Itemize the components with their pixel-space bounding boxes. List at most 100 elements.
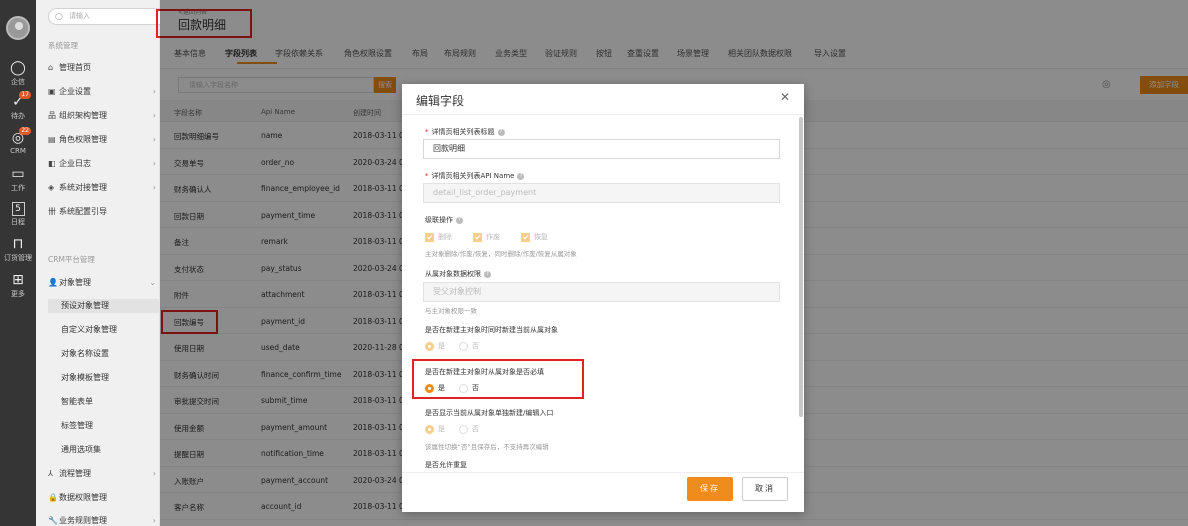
checkbox-label: 恢复	[534, 233, 548, 241]
detail-permission-label: 从属对象数据权限?	[425, 269, 491, 279]
radio-selected-icon	[425, 341, 434, 351]
checkbox-label: 删除	[438, 233, 452, 241]
rail-item-todo[interactable]: ✓ 17 待办	[0, 91, 36, 121]
more-grid-icon: ⊞	[12, 272, 24, 288]
process-icon: ⅄	[48, 469, 53, 478]
related-list-title-input[interactable]: 回款明细	[423, 139, 780, 159]
sidebar-item-label: 角色权限管理	[59, 135, 107, 144]
rail-label: 订货管理	[4, 254, 32, 262]
sidebar-item-guide[interactable]: 卌系统配置引导	[48, 205, 156, 219]
chevron-right-icon: ›	[152, 111, 156, 120]
sidebar-sub-smartform[interactable]: 智能表单	[61, 395, 93, 409]
chevron-right-icon: ›	[152, 159, 156, 168]
user-icon: 👤	[48, 278, 58, 287]
checkbox-checked-icon	[521, 232, 530, 242]
rail-label: CRM	[10, 147, 26, 155]
sidebar-item-object-mgmt[interactable]: 👤对象管理 ⌄	[48, 276, 156, 290]
rail-item-chat[interactable]: ◯ 企信	[0, 60, 36, 87]
sidebar-group-crm: CRM平台管理	[48, 255, 95, 264]
chevron-right-icon: ›	[152, 469, 156, 478]
company-icon: ▣	[48, 87, 56, 96]
required-asterisk: *	[425, 172, 429, 180]
chevron-down-icon: ⌄	[149, 278, 156, 287]
checkbox-label: 作废	[486, 233, 500, 241]
help-icon[interactable]: ?	[497, 128, 505, 136]
chat-bubble-icon: ◯	[10, 60, 26, 76]
related-list-api-input: detail_list_order_payment	[423, 183, 780, 203]
sidebar-sub-preset[interactable]: 预设对象管理	[48, 299, 160, 313]
wrench-icon: 🔧	[48, 516, 58, 525]
rail-label: 待办	[11, 112, 25, 120]
related-list-api-label: * 详情页相关列表API Name?	[425, 171, 525, 181]
rail-item-order[interactable]: ⊓ 订货管理	[0, 236, 36, 263]
todo-badge: 17	[19, 91, 31, 99]
dialog-footer-divider	[402, 472, 804, 473]
label-text: 级联操作	[425, 216, 453, 224]
label-text: 详情页相关列表API Name	[431, 172, 515, 180]
dialog-body: * 详情页相关列表标题? 回款明细 * 详情页相关列表API Name? detai…	[402, 115, 804, 471]
rail-item-work[interactable]: ▭ 工作	[0, 166, 36, 193]
separate-entry-yes-radio: 是	[425, 424, 445, 434]
radio-label: 是	[438, 342, 445, 350]
rail-item-more[interactable]: ⊞ 更多	[0, 272, 36, 299]
sidebar-item-label: 系统配置引导	[59, 207, 107, 216]
help-icon[interactable]: ?	[456, 216, 463, 224]
sidebar-item-rules[interactable]: 🔧业务规则管理 ›	[48, 514, 156, 526]
checkbox-checked-icon	[425, 232, 434, 242]
order-icon: ⊓	[12, 236, 24, 252]
sidebar-sub-custom[interactable]: 自定义对象管理	[61, 323, 117, 337]
sidebar-item-label: 对象管理	[59, 278, 91, 287]
cascade-label: 级联操作?	[425, 215, 463, 225]
detail-permission-hint: 与主对象权限一致	[425, 307, 477, 315]
radio-selected-icon	[425, 424, 434, 434]
rail-label: 日程	[11, 218, 25, 226]
rail-label: 企信	[11, 78, 25, 86]
sidebar-sub-tags[interactable]: 标签管理	[61, 419, 93, 433]
rail-item-crm[interactable]: ◎ 22 CRM	[0, 127, 36, 155]
rail-item-schedule[interactable]: 5 日程	[0, 202, 36, 227]
allow-duplicate-label: 是否允许重复	[425, 461, 467, 469]
sidebar-item-process[interactable]: ⅄ 流程管理 ›	[48, 467, 156, 481]
separate-entry-hint: 该属性切换“否”且保存后，不支持再次编辑	[425, 443, 549, 451]
close-icon[interactable]: ✕	[780, 90, 790, 104]
sidebar-sub-template[interactable]: 对象模板管理	[61, 371, 109, 385]
sidebar-sub-naming[interactable]: 对象名称设置	[61, 347, 109, 361]
sidebar-item-log[interactable]: ◧ 企业日志 ›	[48, 157, 156, 171]
sidebar-item-label: 企业设置	[59, 87, 91, 96]
chevron-right-icon: ›	[152, 135, 156, 144]
work-calendar-icon: ▭	[11, 166, 25, 182]
sidebar-item-home[interactable]: ⌂ 管理首页	[48, 61, 156, 75]
sidebar-item-roles[interactable]: ▤ 角色权限管理 ›	[48, 133, 156, 147]
create-together-label: 是否在新建主对象时同时新建当前从属对象	[425, 326, 558, 334]
save-button[interactable]: 保存	[687, 477, 733, 501]
help-icon[interactable]: ?	[484, 270, 491, 278]
checkbox-checked-icon	[473, 232, 482, 242]
lock-icon: 🔒	[48, 493, 58, 502]
separate-entry-label: 是否显示当前从属对象单独新建/编辑入口	[425, 409, 554, 417]
sidebar-item-label: 企业日志	[59, 159, 91, 168]
radio-unselected-icon	[459, 341, 468, 351]
cascade-restore-checkbox: 恢复	[521, 232, 548, 242]
sidebar-item-data-permission[interactable]: 🔒数据权限管理	[48, 491, 156, 505]
cancel-button[interactable]: 取消	[742, 477, 788, 501]
app-rail: ◯ 企信 ✓ 17 待办 ◎ 22 CRM ▭ 工作 5 日程 ⊓ 订货管理 ⊞…	[0, 0, 36, 526]
sidebar-item-integration[interactable]: ◈ 系统对接管理 ›	[48, 181, 156, 195]
sidebar-item-org[interactable]: 品组织架构管理 ›	[48, 109, 156, 123]
search-icon: ○	[55, 12, 63, 22]
highlight-box-required	[412, 359, 584, 399]
dialog-title: 编辑字段	[416, 94, 465, 108]
sidebar-sub-options[interactable]: 通用选项集	[61, 443, 101, 457]
required-asterisk: *	[425, 128, 429, 136]
integration-icon: ◈	[48, 183, 55, 192]
create-together-yes-radio: 是	[425, 341, 445, 351]
sidebar-item-label: 管理首页	[59, 63, 91, 72]
sidebar-item-label: 业务规则管理	[59, 516, 107, 525]
sidebar-item-company[interactable]: ▣ 企业设置 ›	[48, 85, 156, 99]
sidebar-item-label: 系统对接管理	[59, 183, 107, 192]
avatar[interactable]	[6, 16, 30, 40]
label-text: 详情页相关列表标题	[431, 128, 495, 136]
separate-entry-no-radio: 否	[459, 424, 479, 434]
log-icon: ◧	[48, 159, 56, 168]
help-icon[interactable]: ?	[517, 172, 525, 180]
rail-label: 工作	[11, 184, 25, 192]
